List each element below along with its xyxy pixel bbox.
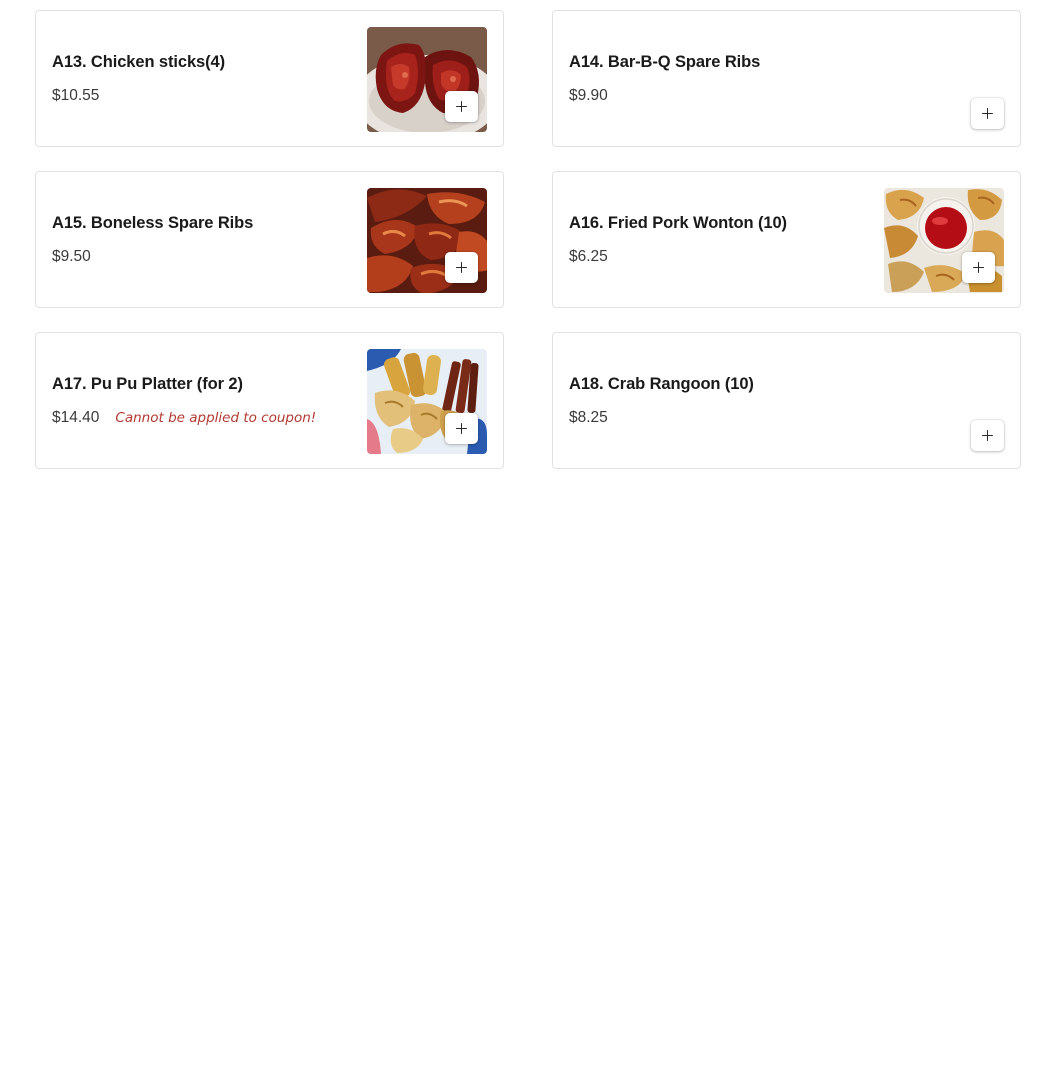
add-to-cart-button[interactable] bbox=[971, 98, 1004, 129]
menu-item-card[interactable]: A17. Pu Pu Platter (for 2) $14.40 Cannot… bbox=[35, 332, 504, 469]
menu-item-card[interactable]: A15. Boneless Spare Ribs $9.50 bbox=[35, 171, 504, 308]
menu-item-info: A14. Bar-B-Q Spare Ribs $9.90 bbox=[569, 11, 760, 146]
menu-item-name: A18. Crab Rangoon (10) bbox=[569, 374, 754, 393]
menu-item-price-row: $9.50 bbox=[52, 248, 253, 266]
plus-icon bbox=[982, 108, 993, 119]
menu-item-price: $14.40 bbox=[52, 408, 100, 426]
menu-item-price-row: $9.90 bbox=[569, 87, 760, 105]
menu-item-name: A15. Boneless Spare Ribs bbox=[52, 213, 254, 232]
plus-icon bbox=[973, 262, 984, 273]
menu-item-name: A17. Pu Pu Platter (for 2) bbox=[52, 374, 243, 393]
menu-item-info: A17. Pu Pu Platter (for 2) $14.40 Cannot… bbox=[52, 333, 316, 468]
add-to-cart-button[interactable] bbox=[445, 413, 478, 444]
menu-item-card[interactable]: A16. Fried Pork Wonton (10) $6.25 bbox=[552, 171, 1021, 308]
menu-item-name: A13. Chicken sticks(4) bbox=[52, 52, 225, 71]
menu-item-info: A18. Crab Rangoon (10) $8.25 bbox=[569, 333, 754, 468]
add-to-cart-button[interactable] bbox=[962, 252, 995, 283]
plus-icon bbox=[982, 430, 993, 441]
menu-item-price: $9.50 bbox=[52, 247, 91, 265]
menu-item-price-row: $10.55 bbox=[52, 87, 225, 105]
menu-item-card[interactable]: A14. Bar-B-Q Spare Ribs $9.90 bbox=[552, 10, 1021, 147]
menu-item-name: A16. Fried Pork Wonton (10) bbox=[569, 213, 787, 232]
plus-icon bbox=[456, 423, 467, 434]
menu-item-price: $9.90 bbox=[569, 86, 608, 104]
add-to-cart-button[interactable] bbox=[445, 91, 478, 122]
menu-item-grid: A13. Chicken sticks(4) $10.55 A14. Bar-B… bbox=[35, 10, 1021, 469]
add-to-cart-button[interactable] bbox=[445, 252, 478, 283]
menu-item-price-row: $14.40 Cannot be applied to coupon! bbox=[52, 409, 316, 427]
add-to-cart-button[interactable] bbox=[971, 420, 1004, 451]
menu-item-price: $10.55 bbox=[52, 86, 100, 104]
plus-icon bbox=[456, 101, 467, 112]
menu-item-info: A15. Boneless Spare Ribs $9.50 bbox=[52, 172, 253, 307]
menu-item-name: A14. Bar-B-Q Spare Ribs bbox=[569, 52, 761, 71]
menu-item-info: A16. Fried Pork Wonton (10) $6.25 bbox=[569, 172, 787, 307]
menu-item-card[interactable]: A18. Crab Rangoon (10) $8.25 bbox=[552, 332, 1021, 469]
menu-item-card[interactable]: A13. Chicken sticks(4) $10.55 bbox=[35, 10, 504, 147]
menu-item-price-row: $6.25 bbox=[569, 248, 787, 266]
menu-item-info: A13. Chicken sticks(4) $10.55 bbox=[52, 11, 225, 146]
menu-item-price-row: $8.25 bbox=[569, 409, 754, 427]
menu-item-price: $8.25 bbox=[569, 408, 608, 426]
menu-item-price: $6.25 bbox=[569, 247, 608, 265]
plus-icon bbox=[456, 262, 467, 273]
coupon-restriction-note: Cannot be applied to coupon! bbox=[115, 409, 317, 426]
